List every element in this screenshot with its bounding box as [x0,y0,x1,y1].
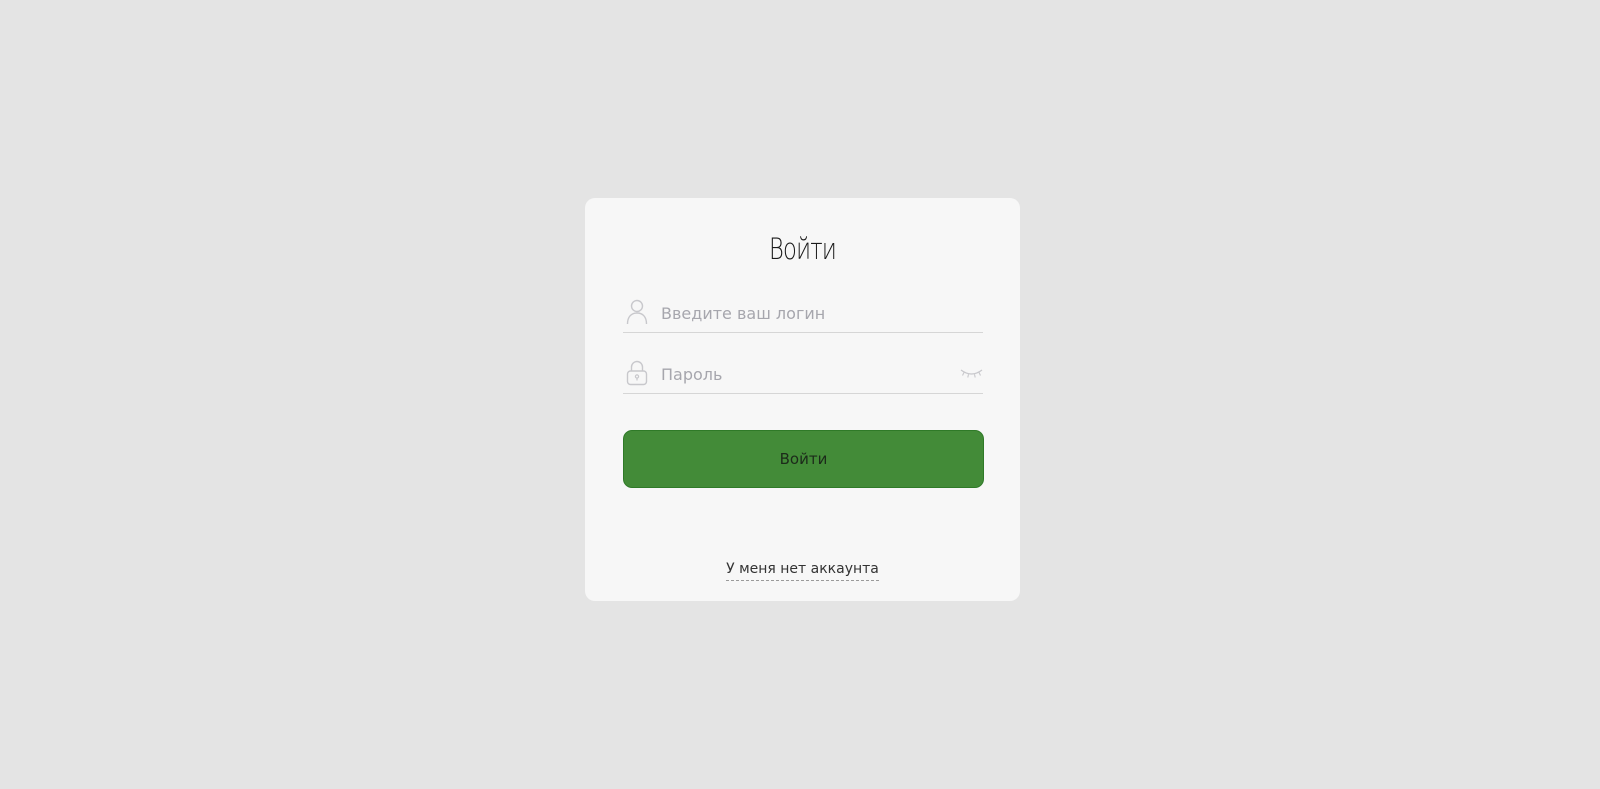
eye-closed-icon[interactable] [960,366,983,380]
lock-icon [626,360,648,386]
user-icon [626,299,648,325]
page-title: Войти [769,232,837,266]
password-input[interactable] [661,357,941,391]
login-button[interactable]: Войти [623,430,984,488]
login-field [623,296,983,333]
login-input[interactable] [661,296,941,330]
no-account-container: У меня нет аккаунта [585,558,1020,581]
password-field [623,357,983,394]
no-account-link[interactable]: У меня нет аккаунта [726,561,879,581]
login-card: Войти Введите ваш логин Войти У меня нет… [585,198,1020,601]
